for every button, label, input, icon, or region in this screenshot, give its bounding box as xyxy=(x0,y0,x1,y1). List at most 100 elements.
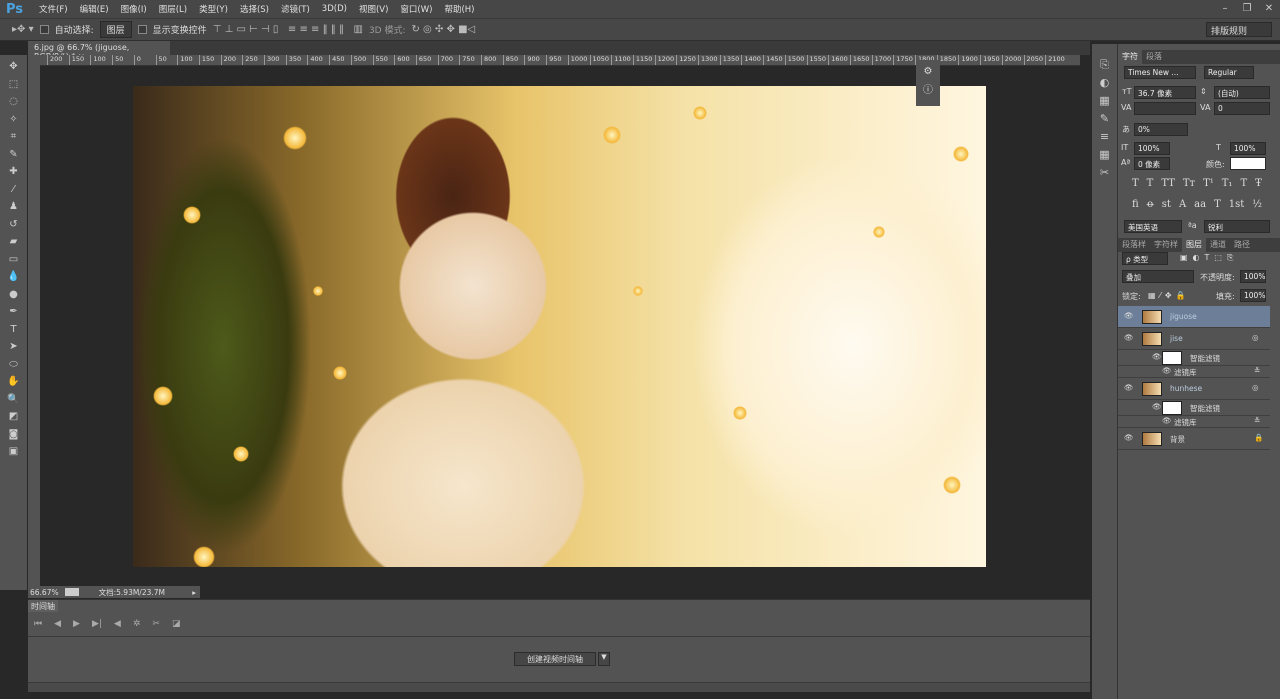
properties-icon[interactable]: ⚙ xyxy=(916,66,940,77)
swatches-icon[interactable]: ▦ xyxy=(1099,94,1109,108)
font-style-select[interactable]: Regular xyxy=(1204,66,1254,79)
eraser-icon[interactable]: ▰ xyxy=(0,236,27,254)
visibility-eye-icon[interactable]: 👁 xyxy=(1124,311,1134,320)
opacity-field[interactable]: 100% xyxy=(1240,270,1266,283)
pen-tool-icon[interactable]: ✒ xyxy=(0,306,27,324)
tab-channels[interactable]: 通道 xyxy=(1206,238,1230,252)
menu-type[interactable]: 类型(Y) xyxy=(193,3,234,15)
menu-help[interactable]: 帮助(H) xyxy=(438,3,480,15)
filter-gallery-row[interactable]: 👁 滤镜库 ≚ xyxy=(1118,416,1270,428)
healing-brush-icon[interactable]: ✚ xyxy=(0,166,27,184)
3d-mode-icons[interactable]: ↻ ◎ ✣ ✥ ■◁ xyxy=(412,24,476,35)
menu-image[interactable]: 图像(I) xyxy=(115,3,153,15)
transition-icon[interactable]: ◪ xyxy=(172,619,181,629)
fill-field[interactable]: 100% xyxy=(1240,289,1266,302)
blend-mode-select[interactable]: 叠加 xyxy=(1122,270,1194,283)
auto-select-dropdown[interactable]: 图层 xyxy=(99,21,132,38)
tsume-field[interactable]: 0% xyxy=(1134,123,1188,136)
brush-icon[interactable]: ✎ xyxy=(1100,112,1109,126)
type-tool-icon[interactable]: T xyxy=(0,324,27,342)
filter-options-icon[interactable]: ≚ xyxy=(1254,416,1260,425)
menu-3d[interactable]: 3D(D) xyxy=(316,4,353,14)
text-color-swatch[interactable] xyxy=(1230,157,1266,170)
small-caps-button[interactable]: Tт xyxy=(1183,178,1195,189)
baseline-field[interactable]: 0 像素 xyxy=(1134,157,1170,170)
align-icons[interactable]: ⊤ ⊥ ▭ ⊢ ⊣ ▯ ≡ ≡ ≡ ‖ ‖ ‖ ▥ xyxy=(213,24,363,35)
restore-button[interactable]: ❐ xyxy=(1236,0,1258,16)
font-size-field[interactable]: 36.7 像素 xyxy=(1134,86,1196,99)
tab-layers[interactable]: 图层 xyxy=(1182,238,1206,252)
titling-button[interactable]: aa xyxy=(1194,199,1206,210)
crop-tool-icon[interactable]: ⌗ xyxy=(0,131,27,149)
layer-row[interactable]: 👁 jise ◎ xyxy=(1118,328,1270,350)
kerning-field[interactable] xyxy=(1134,102,1196,115)
move-tool-icon[interactable]: ✥ xyxy=(0,61,27,79)
underline-button[interactable]: T xyxy=(1240,178,1247,189)
alt-ligatures-button[interactable]: ꝋ xyxy=(1147,199,1154,210)
font-family-select[interactable]: Times New ... xyxy=(1124,66,1196,79)
menu-select[interactable]: 选择(S) xyxy=(234,3,275,15)
layer-filter-select[interactable]: ρ 类型 xyxy=(1122,252,1168,265)
tab-paragraph[interactable]: 段落 xyxy=(1142,50,1166,64)
smart-filters-row[interactable]: 👁 智能滤镜 xyxy=(1118,400,1270,416)
visibility-eye-icon[interactable]: 👁 xyxy=(1124,333,1134,342)
history-icon[interactable]: ⎘ xyxy=(1100,58,1109,72)
next-frame-icon[interactable]: ▶| xyxy=(92,619,102,629)
visibility-eye-icon[interactable]: 👁 xyxy=(1162,366,1172,375)
visibility-eye-icon[interactable]: 👁 xyxy=(1162,416,1172,425)
timeline-type-dropdown[interactable]: ▼ xyxy=(598,652,610,666)
ordinals-button[interactable]: 1st xyxy=(1229,199,1245,210)
stylistic-button[interactable]: T xyxy=(1214,199,1221,210)
tab-character[interactable]: 字符 xyxy=(1118,50,1142,64)
eyedropper-icon[interactable]: ✎ xyxy=(0,149,27,167)
move-tool-icon[interactable]: ▸✥ ▾ xyxy=(12,24,34,35)
fractions-button[interactable]: ½ xyxy=(1252,199,1262,210)
color-icon[interactable]: ◐ xyxy=(1100,76,1110,90)
vertical-scale-field[interactable]: 100% xyxy=(1134,142,1170,155)
discretionary-button[interactable]: st xyxy=(1162,199,1171,210)
path-select-icon[interactable]: ➤ xyxy=(0,341,27,359)
grid-icon[interactable]: ▦ xyxy=(1099,148,1109,162)
horizontal-scale-field[interactable]: 100% xyxy=(1230,142,1266,155)
prev-frame-icon[interactable]: ◀ xyxy=(54,619,61,629)
swash-button[interactable]: A xyxy=(1179,199,1186,210)
dodge-tool-icon[interactable]: ● xyxy=(0,289,27,307)
layer-row[interactable]: 👁 jiguose xyxy=(1118,306,1270,328)
visibility-eye-icon[interactable]: 👁 xyxy=(1152,402,1162,411)
create-video-timeline-button[interactable]: 创建视频时间轴 xyxy=(514,652,596,666)
faux-italic-button[interactable]: T xyxy=(1147,178,1154,189)
brush-tool-icon[interactable]: ⁄ xyxy=(0,184,27,202)
layer-filter-icons[interactable]: ▣◐T⬚⎘ xyxy=(1180,253,1238,263)
document-image[interactable] xyxy=(133,86,986,567)
adjust-icon[interactable]: ≡ xyxy=(1100,130,1109,144)
menu-layer[interactable]: 图层(L) xyxy=(153,3,193,15)
superscript-button[interactable]: T¹ xyxy=(1203,178,1214,189)
all-caps-button[interactable]: TT xyxy=(1161,178,1175,189)
visibility-eye-icon[interactable]: 👁 xyxy=(1152,352,1162,361)
history-brush-icon[interactable]: ↺ xyxy=(0,219,27,237)
subscript-button[interactable]: T₁ xyxy=(1222,178,1233,189)
tab-paths[interactable]: 路径 xyxy=(1230,238,1254,252)
menu-edit[interactable]: 编辑(E) xyxy=(74,3,115,15)
tab-character-styles[interactable]: 字符样 xyxy=(1150,238,1182,252)
menu-filter[interactable]: 滤镜(T) xyxy=(275,3,316,15)
visibility-eye-icon[interactable]: 👁 xyxy=(1124,383,1134,392)
tracking-field[interactable]: 0 xyxy=(1214,102,1270,115)
stamp-tool-icon[interactable]: ♟ xyxy=(0,201,27,219)
menu-file[interactable]: 文件(F) xyxy=(33,3,74,15)
zoom-tool-icon[interactable]: 🔍 xyxy=(0,394,27,412)
zoom-level[interactable]: 66.67% xyxy=(30,588,59,597)
settings-icon[interactable]: ✲ xyxy=(133,619,141,629)
shape-tool-icon[interactable]: ⬭ xyxy=(0,359,27,377)
lasso-tool-icon[interactable]: ◌ xyxy=(0,96,27,114)
tools-icon[interactable]: ✂ xyxy=(1100,166,1109,180)
marquee-tool-icon[interactable]: ⬚ xyxy=(0,79,27,97)
show-transform-checkbox[interactable] xyxy=(137,25,147,34)
faux-bold-button[interactable]: T xyxy=(1132,178,1139,189)
smart-filters-row[interactable]: 👁 智能滤镜 xyxy=(1118,350,1270,366)
blur-tool-icon[interactable]: 💧 xyxy=(0,271,27,289)
lock-icons[interactable]: ▦⁄✥🔒 xyxy=(1148,291,1190,300)
layer-row[interactable]: 👁 背景 🔒 xyxy=(1118,428,1270,450)
audio-icon[interactable]: ◀ xyxy=(114,619,121,629)
filter-options-icon[interactable]: ≚ xyxy=(1254,366,1260,375)
